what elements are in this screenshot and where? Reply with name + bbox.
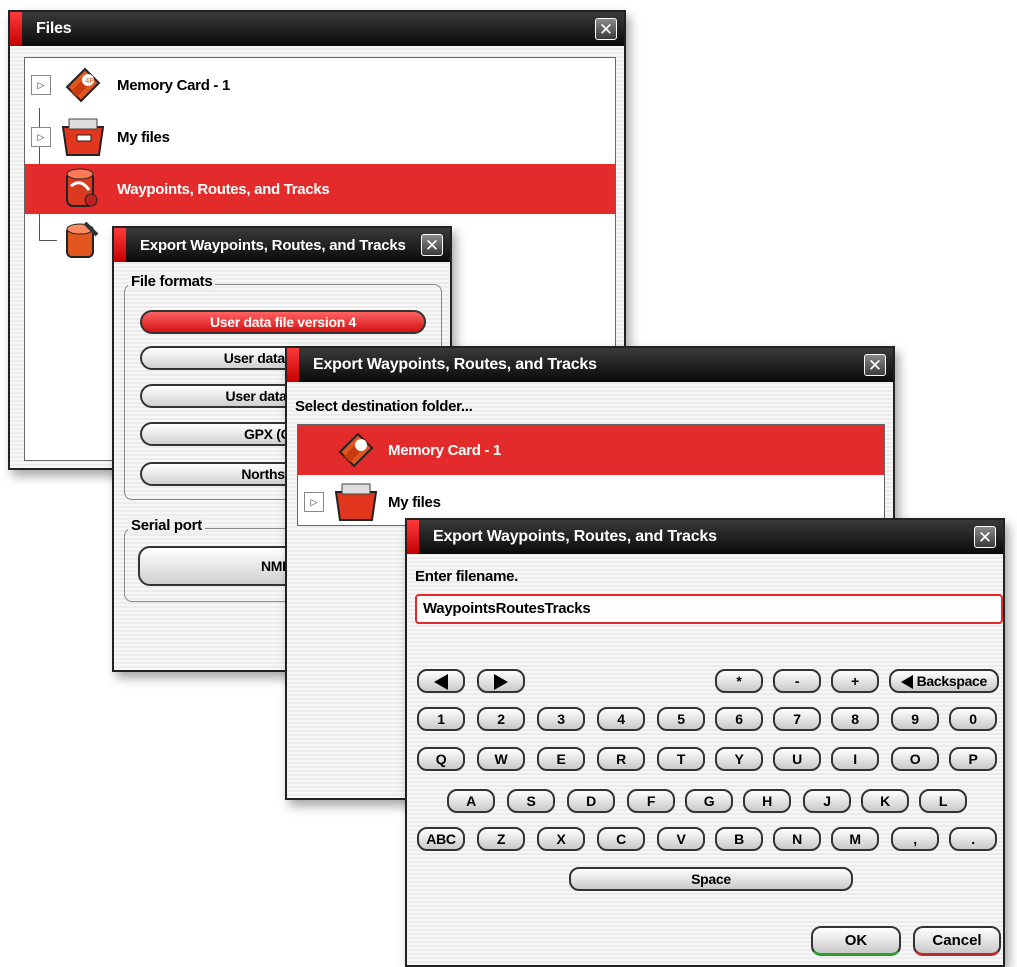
tree-item-label: My files	[117, 128, 170, 146]
tree-item-waypoints[interactable]: Waypoints, Routes, and Tracks	[25, 164, 615, 214]
key-letter[interactable]: X	[537, 827, 585, 851]
backspace-key[interactable]: Backspace	[889, 669, 999, 693]
cursor-left-key[interactable]	[417, 669, 465, 693]
format-title: Export Waypoints, Routes, and Tracks	[140, 236, 406, 254]
tree-item-label: Memory Card - 1	[117, 76, 231, 94]
key-letter[interactable]: M	[831, 827, 879, 851]
key-letter[interactable]: T	[657, 747, 705, 771]
key-letter[interactable]: U	[773, 747, 821, 771]
destination-close-button[interactable]: ✕	[864, 354, 886, 376]
key-letter[interactable]: N	[773, 827, 821, 851]
key-letter[interactable]: P	[949, 747, 997, 771]
key-digit[interactable]: 9	[891, 707, 939, 731]
key-letter[interactable]: Y	[715, 747, 763, 771]
cursor-right-key[interactable]	[477, 669, 525, 693]
tree-item-label: Waypoints, Routes, and Tracks	[117, 180, 330, 198]
key-digit[interactable]: 6	[715, 707, 763, 731]
title-accent	[407, 520, 419, 554]
serial-port-label: Serial port	[128, 517, 205, 534]
key-letter[interactable]: Z	[477, 827, 525, 851]
key-letter[interactable]: D	[567, 789, 615, 813]
key-digit[interactable]: 1	[417, 707, 465, 731]
key-letter[interactable]: O	[891, 747, 939, 771]
expand-icon[interactable]: ▷	[31, 127, 51, 147]
filename-close-button[interactable]: ✕	[974, 526, 996, 548]
file-formats-label: File formats	[128, 273, 216, 290]
folder-icon	[334, 483, 378, 521]
key-digit[interactable]: 5	[657, 707, 705, 731]
waypoints-database-icon	[66, 168, 98, 207]
files-close-button[interactable]: ✕	[595, 18, 617, 40]
left-arrow-icon	[434, 674, 448, 691]
memory-card-icon	[338, 432, 374, 468]
key-letter[interactable]: V	[657, 827, 705, 851]
key-letter[interactable]: B	[715, 827, 763, 851]
space-key[interactable]: Space	[569, 867, 853, 891]
filename-prompt: Enter filename.	[415, 568, 519, 585]
database-settings-icon	[66, 221, 99, 258]
memory-card-icon: 4P	[65, 67, 101, 103]
destination-titlebar: Export Waypoints, Routes, and Tracks ✕	[287, 348, 893, 382]
expand-icon[interactable]: ▷	[304, 492, 324, 512]
key-plus[interactable]: +	[831, 669, 879, 693]
dest-item-memory-card[interactable]: Memory Card - 1	[298, 425, 884, 475]
key-period[interactable]: .	[949, 827, 997, 851]
filename-window: Export Waypoints, Routes, and Tracks ✕ E…	[405, 518, 1005, 967]
key-minus[interactable]: -	[773, 669, 821, 693]
key-comma[interactable]: ,	[891, 827, 939, 851]
destination-tree: Memory Card - 1 ▷ My files	[297, 424, 885, 526]
key-digit[interactable]: 2	[477, 707, 525, 731]
key-letter[interactable]: H	[743, 789, 791, 813]
title-accent	[287, 348, 299, 382]
key-digit[interactable]: 3	[537, 707, 585, 731]
files-title: Files	[36, 20, 72, 37]
format-option-button[interactable]: User data file version 4	[140, 310, 426, 334]
cancel-button[interactable]: Cancel	[913, 926, 1001, 956]
key-letter[interactable]: W	[477, 747, 525, 771]
tree-item-my-files[interactable]: ▷ My files	[25, 112, 615, 162]
key-letter[interactable]: I	[831, 747, 879, 771]
title-accent	[114, 228, 126, 262]
key-digit[interactable]: 8	[831, 707, 879, 731]
key-letter[interactable]: G	[685, 789, 733, 813]
key-asterisk[interactable]: *	[715, 669, 763, 693]
key-letter[interactable]: K	[861, 789, 909, 813]
key-letter[interactable]: C	[597, 827, 645, 851]
backspace-label: Backspace	[916, 673, 988, 689]
tree-item-label: Memory Card - 1	[388, 441, 502, 459]
key-letter[interactable]: S	[507, 789, 555, 813]
destination-prompt: Select destination folder...	[295, 398, 473, 415]
abc-key[interactable]: ABC	[417, 827, 465, 851]
key-letter[interactable]: L	[919, 789, 967, 813]
key-digit[interactable]: 4	[597, 707, 645, 731]
title-accent	[10, 12, 22, 46]
key-letter[interactable]: A	[447, 789, 495, 813]
key-letter[interactable]: R	[597, 747, 645, 771]
right-arrow-icon	[494, 674, 508, 691]
files-titlebar: Files ✕	[10, 12, 624, 46]
key-letter[interactable]: Q	[417, 747, 465, 771]
filename-input[interactable]: WaypointsRoutesTracks	[415, 594, 1003, 624]
expand-icon[interactable]: ▷	[31, 75, 51, 95]
svg-text:4P: 4P	[85, 77, 94, 85]
backspace-arrow-icon	[900, 675, 913, 690]
tree-item-memory-card[interactable]: ▷ 4P Memory Card - 1	[25, 60, 615, 110]
format-titlebar: Export Waypoints, Routes, and Tracks ✕	[114, 228, 450, 262]
format-close-button[interactable]: ✕	[421, 234, 443, 256]
tree-item-label: My files	[388, 493, 441, 511]
ok-button[interactable]: OK	[811, 926, 901, 956]
key-digit[interactable]: 7	[773, 707, 821, 731]
key-letter[interactable]: F	[627, 789, 675, 813]
folder-icon	[61, 118, 105, 156]
filename-titlebar: Export Waypoints, Routes, and Tracks ✕	[407, 520, 1003, 554]
destination-title: Export Waypoints, Routes, and Tracks	[313, 356, 597, 373]
key-letter[interactable]: E	[537, 747, 585, 771]
key-digit[interactable]: 0	[949, 707, 997, 731]
filename-title: Export Waypoints, Routes, and Tracks	[433, 528, 717, 545]
key-letter[interactable]: J	[803, 789, 851, 813]
